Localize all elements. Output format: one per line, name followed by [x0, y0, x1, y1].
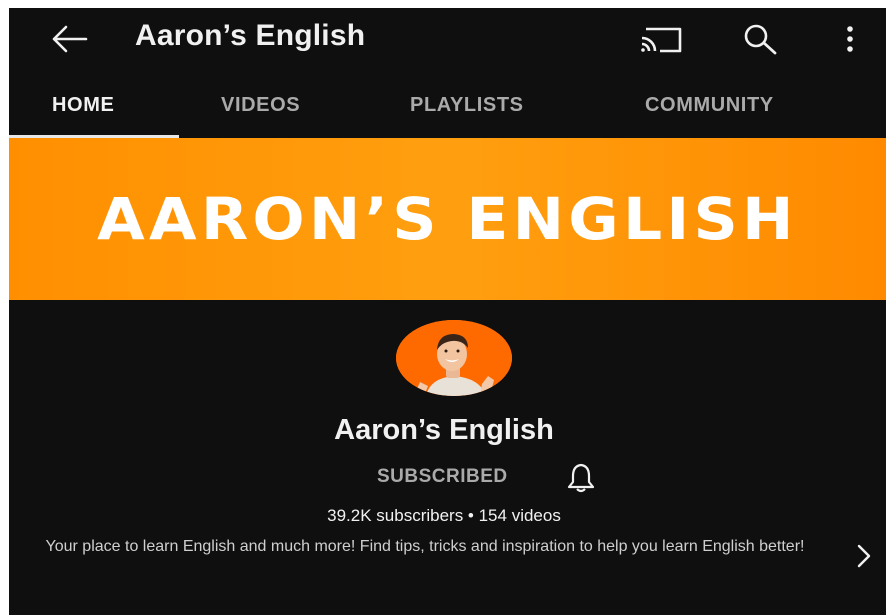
tab-home[interactable]: HOME [52, 94, 114, 117]
channel-avatar[interactable] [396, 320, 512, 396]
channel-stats: 39.2K subscribers • 154 videos [327, 506, 561, 525]
notifications-bell-button[interactable] [561, 458, 601, 498]
tab-playlists[interactable]: PLAYLISTS [410, 94, 524, 117]
bell-icon [567, 463, 595, 493]
channel-tabs: HOME VIDEOS PLAYLISTS COMMUNITY [9, 70, 886, 138]
arrow-left-icon [52, 25, 88, 53]
channel-description[interactable]: Your place to learn English and much mor… [25, 535, 825, 559]
search-button[interactable] [737, 20, 785, 58]
tab-community[interactable]: COMMUNITY [645, 94, 774, 117]
subscribed-button[interactable]: SUBSCRIBED [377, 466, 508, 488]
about-expand-button[interactable] [849, 538, 879, 574]
back-button[interactable] [45, 20, 93, 58]
search-icon [744, 24, 777, 55]
chevron-right-icon [857, 544, 871, 568]
channel-screen: Aaron’s English HOME VIDEOS PLAYLISTS CO… [9, 8, 886, 615]
avatar-person-image [396, 320, 512, 396]
cast-button[interactable] [635, 20, 687, 58]
more-options-button[interactable] [835, 20, 865, 58]
top-app-bar: Aaron’s English [9, 8, 886, 70]
more-vertical-icon [847, 26, 853, 52]
banner-text: AARON’S ENGLISH [97, 185, 798, 253]
cast-icon [641, 27, 682, 53]
channel-name: Aaron’s English [334, 414, 554, 446]
tab-videos[interactable]: VIDEOS [221, 94, 300, 117]
page-title: Aaron’s English [135, 19, 366, 52]
channel-banner: AARON’S ENGLISH [9, 138, 886, 300]
